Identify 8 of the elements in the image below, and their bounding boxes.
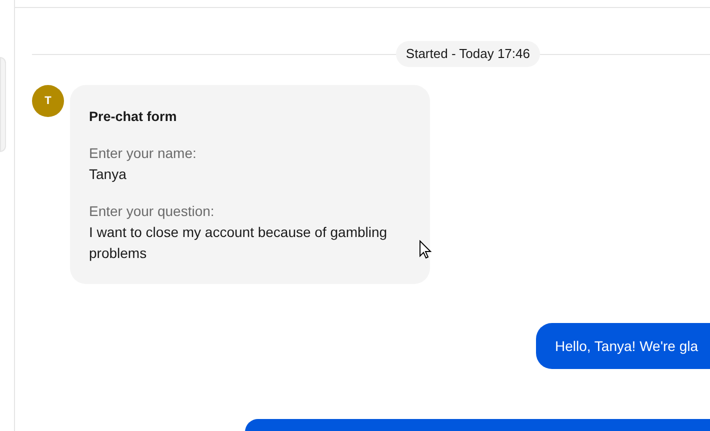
session-start-label: Started - Today 17:46	[396, 41, 540, 67]
avatar: T	[32, 85, 64, 117]
agent-message-bubble: Hello, Tanya! We're gla	[536, 323, 710, 369]
field-label: Enter your name:	[89, 144, 198, 163]
form-title: Pre-chat form	[89, 108, 178, 126]
field-label: Enter your question:	[89, 202, 216, 221]
field-value: Tanya	[89, 165, 128, 184]
field-value: I want to close my account because of gambling problems	[89, 223, 388, 263]
